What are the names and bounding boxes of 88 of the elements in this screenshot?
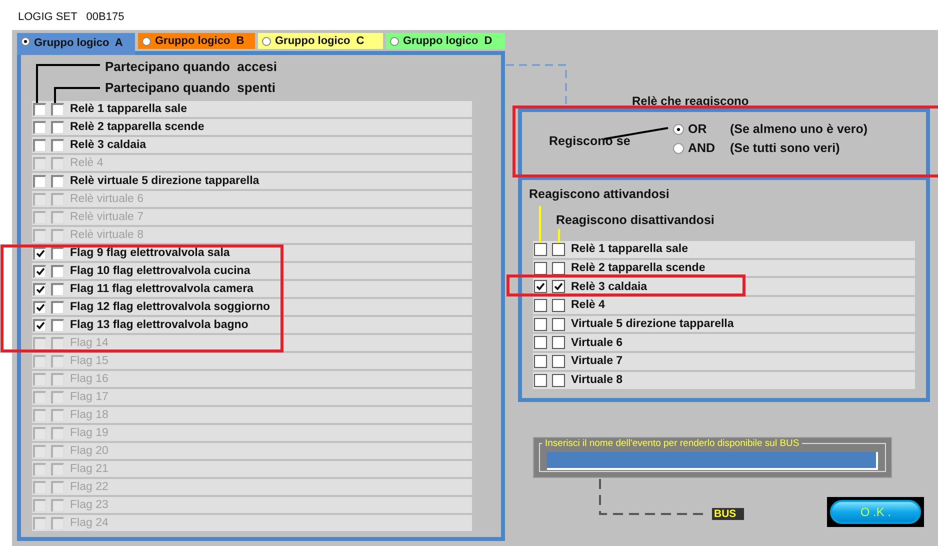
item-label: Flag 16 [70,373,108,385]
item-label: Relè virtuale 7 [70,211,144,223]
checkbox[interactable] [552,262,565,275]
item-label: Relè virtuale 8 [70,229,144,241]
tab[interactable]: Gruppo logico D [386,33,505,49]
item-label: Virtuale 8 [571,374,623,386]
checkbox[interactable] [51,120,64,134]
leader-line [558,229,560,243]
checkbox[interactable] [33,102,46,116]
checkbox[interactable] [51,318,64,332]
column-header: Partecipano quando accesi [105,58,278,76]
checkbox[interactable] [552,374,565,387]
column-header: Reagiscono attivandosi [529,187,670,203]
checkbox[interactable] [534,242,547,256]
checkbox[interactable] [552,280,565,294]
tab[interactable]: Gruppo logico A [17,33,135,55]
checkbox[interactable] [552,318,565,331]
item-label: Virtuale 5 direzione tapparella [571,318,734,330]
item-label: Flag 23 [70,499,108,511]
checkbox[interactable] [534,354,547,368]
checkbox[interactable] [33,246,46,260]
column-header: Reagiscono disattivandosi [556,213,716,229]
checkbox[interactable] [534,262,547,275]
checkbox[interactable] [534,280,547,294]
item-label: Relè virtuale 5 direzione tapparella [70,175,260,187]
item-label: Virtuale 6 [571,336,623,349]
checkbox[interactable] [51,300,64,314]
checkbox[interactable] [51,282,64,296]
item-label: Relè 1 tapparella sale [571,243,688,256]
checkbox[interactable] [51,246,64,260]
leader-line [539,206,541,243]
item-label: Flag 24 [70,517,108,529]
checkbox[interactable] [552,354,565,368]
checkbox[interactable] [534,318,547,331]
item-label: Flag 15 [70,355,108,367]
item-label: Flag 22 [70,481,108,493]
item-label: Flag 9 flag elettrovalvola sala [70,247,230,259]
condition-label: Regiscono se [549,134,632,148]
checkbox[interactable] [51,264,64,278]
item-label: Relè 2 tapparella scende [70,121,204,133]
checkbox[interactable] [33,138,46,152]
input-field[interactable] [547,452,878,470]
item-label: Flag 18 [70,409,108,421]
item-label: Flag 10 flag elettrovalvola cucina [70,265,250,277]
checkbox[interactable] [534,374,547,387]
item-label: Flag 17 [70,391,108,403]
item-label: Relè 3 caldaia [70,139,146,151]
checkbox[interactable] [51,102,64,116]
field-label: Inserisci il nome dell'evento per renderlo disponibile sul BUS [542,438,802,449]
checkbox[interactable] [33,120,46,134]
item-label: Flag 21 [70,463,108,475]
item-label: Relè 1 tapparella sale [70,103,187,115]
item-label: Flag 20 [70,445,108,457]
option-description: (Se almeno uno è vero) [730,122,868,136]
radio-button[interactable] [673,124,684,134]
item-label: Flag 14 [70,337,108,349]
option-description: (Se tutti sono veri) [730,141,840,155]
item-label: Relè virtuale 6 [70,193,144,205]
item-label: Relè 4 [70,157,104,169]
item-label: Relè 2 tapparella scende [571,262,706,274]
checkbox[interactable] [33,174,46,188]
item-label: Flag 19 [70,427,108,439]
checkbox[interactable] [534,298,547,312]
bus-tag: BUS [712,508,744,520]
checkbox[interactable] [33,318,46,332]
checkbox[interactable] [552,242,565,256]
checkbox[interactable] [33,264,46,278]
item-label: Flag 13 flag elettrovalvola bagno [70,319,248,331]
item-label: Virtuale 7 [571,355,623,368]
checkbox[interactable] [552,336,565,350]
item-label: Flag 11 flag elettrovalvola camera [70,283,254,295]
item-label: Relè 3 caldaia [571,280,648,293]
checkbox[interactable] [33,282,46,296]
item-label: Relè 4 [571,299,605,312]
column-header: Partecipano quando spenti [105,79,276,97]
checkbox[interactable] [534,336,547,350]
section-title: Relè che reagiscono [632,94,750,108]
option-label: AND [688,141,716,155]
tab[interactable]: Gruppo logico C [258,33,383,49]
checkbox[interactable] [51,138,64,152]
item-label: Flag 12 flag elettrovalvola soggiorno [70,301,270,313]
option-label: OR [688,122,708,136]
window-title: LOGIG SET 00B175 [17,10,126,25]
checkbox[interactable] [552,298,565,312]
tab[interactable]: Gruppo logico B [138,33,255,49]
radio-button[interactable] [673,142,684,154]
checkbox[interactable] [51,174,64,188]
checkbox[interactable] [33,300,46,314]
